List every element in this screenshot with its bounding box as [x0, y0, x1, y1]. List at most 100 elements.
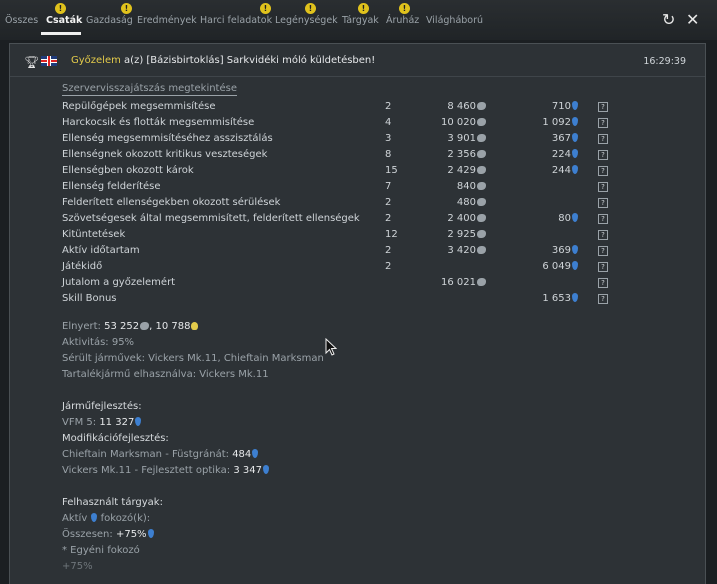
- stat-label: Felderített ellenségekben okozott sérülé…: [62, 197, 281, 208]
- stat-label: Ellenség megsemmisítéséhez asszisztálás: [62, 133, 273, 144]
- research-point-icon: [572, 213, 578, 222]
- help-icon[interactable]: ?: [598, 246, 608, 256]
- stat-silver-lions: 840: [457, 181, 486, 192]
- stat-label: Kitüntetések: [62, 229, 126, 240]
- active-boosters-line: Aktív fokozó(k):: [62, 513, 151, 524]
- stat-silver-lions: 3 420: [447, 245, 486, 256]
- stat-count: 7: [385, 181, 392, 192]
- message-header: 🏆︎ Győzelem a(z) [Bázisbirtoklás] Sarkvi…: [10, 44, 705, 77]
- stat-silver-lions: 2 925: [447, 229, 486, 240]
- tab-items[interactable]: Tárgyak: [342, 15, 379, 26]
- help-icon[interactable]: ?: [598, 230, 608, 240]
- stats-row: Harckocsik és flották megsemmisítése 4 10 …: [62, 117, 622, 133]
- help-icon[interactable]: ?: [598, 118, 608, 128]
- stat-research-points: 710: [552, 101, 578, 112]
- vehicle-research-line: VFM 5: 11 327: [62, 417, 142, 428]
- stats-row: Felderített ellenségekben okozott sérülé…: [62, 197, 622, 213]
- help-icon[interactable]: ?: [598, 198, 608, 208]
- stat-research-points: 80: [558, 213, 578, 224]
- help-icon[interactable]: ?: [598, 214, 608, 224]
- tab-items-badge: !: [358, 3, 369, 14]
- victory-label: Győzelem: [71, 55, 121, 66]
- tab-store-badge: !: [399, 3, 410, 14]
- stat-silver-lions: 2 356: [447, 149, 486, 160]
- silver-lions-icon: [477, 214, 486, 222]
- help-icon[interactable]: ?: [598, 134, 608, 144]
- stat-count: 2: [385, 101, 392, 112]
- stats-row: Jutalom a győzelemért 16 021?: [62, 277, 622, 293]
- stat-label: Jutalom a győzelemért: [62, 277, 176, 288]
- tab-battles[interactable]: Csaták: [46, 15, 82, 26]
- help-icon[interactable]: ?: [598, 166, 608, 176]
- research-point-icon: [572, 117, 578, 126]
- tab-economy[interactable]: Gazdaság: [86, 15, 133, 26]
- uk-flag-icon: [41, 56, 57, 66]
- stat-count: 4: [385, 117, 392, 128]
- booster-partial-line: +75%: [62, 561, 93, 572]
- stats-row: Kitüntetések 12 2 925?: [62, 229, 622, 245]
- stats-row: Ellenség megsemmisítéséhez asszisztálás 3…: [62, 133, 622, 149]
- stats-row: Ellenségben okozott károk 15 2 429 244?: [62, 165, 622, 181]
- silver-lions-icon: [477, 150, 486, 158]
- stat-silver-lions: 2 400: [447, 213, 486, 224]
- help-icon[interactable]: ?: [598, 278, 608, 288]
- research-point-icon: [572, 149, 578, 158]
- tab-battles-badge: !: [55, 3, 66, 14]
- help-icon[interactable]: ?: [598, 262, 608, 272]
- help-icon[interactable]: ?: [598, 182, 608, 192]
- stat-label: Ellenségben okozott károk: [62, 165, 194, 176]
- notification-tabs-bar: Összes ! Csaták Gazdaság ! Eredmények ! …: [0, 0, 717, 40]
- stat-label: Aktív időtartam: [62, 245, 140, 256]
- silver-lions-icon: [477, 102, 486, 110]
- stats-row: Szövetségesek által megsemmisített, feld…: [62, 213, 622, 229]
- stat-research-points: 6 049: [542, 261, 578, 272]
- stat-label: Játékidő: [62, 261, 103, 272]
- stats-row: Ellenségnek okozott kritikus veszteségek…: [62, 149, 622, 165]
- stat-silver-lions: 10 020: [441, 117, 486, 128]
- stats-row: Skill Bonus 1 653?: [62, 293, 622, 309]
- stat-silver-lions: 3 901: [447, 133, 486, 144]
- server-replay-link[interactable]: Szervervisszajátszás megtekintése: [62, 83, 237, 96]
- message-title: Győzelem a(z) [Bázisbirtoklás] Sarkvidék…: [71, 55, 375, 66]
- stat-count: 2: [385, 213, 392, 224]
- silver-lions-icon: [140, 322, 150, 330]
- silver-lions-icon: [477, 278, 486, 286]
- research-point-icon: [135, 417, 142, 426]
- tab-world-war[interactable]: Világháború: [426, 15, 483, 26]
- tab-store[interactable]: Áruház: [386, 15, 419, 26]
- stats-row: Aktív időtartam 2 3 420 369?: [62, 245, 622, 261]
- mouse-cursor-icon: [325, 338, 337, 356]
- research-point-icon: [572, 165, 578, 174]
- tab-achievements-badge: !: [121, 3, 132, 14]
- close-icon[interactable]: ✕: [686, 12, 699, 28]
- help-icon[interactable]: ?: [598, 102, 608, 112]
- tab-crews[interactable]: Legénységek: [275, 15, 338, 26]
- mission-text: a(z) [Bázisbirtoklás] Sarkvidéki móló kü…: [120, 55, 376, 66]
- tab-battle-tasks-badge: !: [260, 3, 271, 14]
- stat-label: Ellenség felderítése: [62, 181, 161, 192]
- silver-lions-icon: [477, 230, 486, 238]
- stat-research-points: 1 653: [542, 293, 578, 304]
- stat-research-points: 244: [552, 165, 578, 176]
- tab-battle-tasks[interactable]: Harci feladatok: [200, 15, 272, 26]
- refresh-icon[interactable]: ↻: [662, 12, 675, 28]
- modification-line-2: Vickers Mk.11 - Fejlesztett optika: 3 34…: [62, 465, 269, 476]
- stat-label: Repülőgépek megsemmisítése: [62, 101, 216, 112]
- tab-all[interactable]: Összes: [5, 15, 38, 26]
- stat-count: 3: [385, 133, 392, 144]
- reserve-vehicle-line: Tartalékjármű elhasználva: Vickers Mk.11: [62, 369, 269, 380]
- research-point-icon: [572, 133, 578, 142]
- research-point-icon: [252, 449, 259, 458]
- stat-label: Harckocsik és flották megsemmisítése: [62, 117, 255, 128]
- research-point-icon: [147, 529, 154, 538]
- stat-count: 12: [385, 229, 398, 240]
- stat-count: 2: [385, 245, 392, 256]
- stat-silver-lions: 2 429: [447, 165, 486, 176]
- earned-line: Elnyert: 53 252, 10 788: [62, 321, 199, 332]
- help-icon[interactable]: ?: [598, 150, 608, 160]
- stats-row: Játékidő 2 6 049?: [62, 261, 622, 277]
- help-icon[interactable]: ?: [598, 294, 608, 304]
- stat-research-points: 369: [552, 245, 578, 256]
- vehicle-research-head: Járműfejlesztés:: [62, 401, 142, 412]
- tab-achievements[interactable]: Eredmények: [137, 15, 197, 26]
